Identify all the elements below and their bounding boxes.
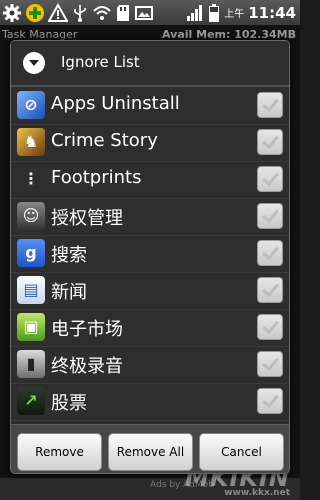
list-item[interactable]: ↗ 股票 <box>11 383 289 421</box>
footprints-icon: ⋮ <box>23 169 39 188</box>
list-item[interactable]: ⋮ Footprints <box>11 161 289 199</box>
item-checkbox[interactable] <box>257 203 283 229</box>
warning-icon <box>48 2 68 22</box>
list-item-label: 授权管理 <box>51 208 123 229</box>
list-item[interactable]: ⊘ Apps Uninstall <box>11 87 289 125</box>
list-item-label: 搜索 <box>51 245 87 266</box>
list-item-label: 新闻 <box>51 282 87 303</box>
status-bar: 上午 11:44 <box>0 0 300 25</box>
status-right: 上午 11:44 <box>186 0 296 25</box>
dialog-title: Ignore List <box>61 53 140 71</box>
news-icon: ▤ <box>17 276 45 304</box>
item-checkbox[interactable] <box>257 166 283 192</box>
google-search-icon: g <box>17 239 45 267</box>
permission-manager-icon: ☺ <box>17 202 45 230</box>
item-checkbox[interactable] <box>257 92 283 118</box>
usb-icon <box>74 4 86 22</box>
recorder-icon: ▮ <box>17 350 45 378</box>
list-item-label: Footprints <box>51 167 142 188</box>
cancel-button[interactable]: Cancel <box>199 433 284 471</box>
list-item[interactable]: ▮ 终极录音 <box>11 346 289 384</box>
wifi-icon <box>93 5 111 20</box>
sd-card-icon <box>117 4 129 21</box>
stocks-icon: ↗ <box>17 387 45 415</box>
list-item[interactable]: ☺ 授权管理 <box>11 198 289 236</box>
item-checkbox[interactable] <box>257 314 283 340</box>
am-pm-label: 上午 <box>224 9 245 20</box>
remove-button[interactable]: Remove <box>17 433 102 471</box>
notification-icons <box>2 1 154 24</box>
ignore-list-dialog: Ignore List ⊘ Apps Uninstall ♞ Crime Sto… <box>10 40 290 474</box>
dialog-button-bar: Remove Remove All Cancel <box>11 424 289 473</box>
clock: 11:44 <box>248 3 296 22</box>
crime-story-icon: ♞ <box>17 128 45 156</box>
list-item-label: 终极录音 <box>51 356 123 377</box>
settings-icon <box>3 3 21 22</box>
item-checkbox[interactable] <box>257 277 283 303</box>
list-item[interactable]: ▤ 新闻 <box>11 272 289 310</box>
dialog-header: Ignore List <box>11 41 289 87</box>
list-item[interactable]: g 搜索 <box>11 235 289 273</box>
market-icon: ▣ <box>17 313 45 341</box>
item-checkbox[interactable] <box>257 129 283 155</box>
signal-icon <box>187 4 203 21</box>
remove-all-button[interactable]: Remove All <box>108 433 193 471</box>
list-item-label: Crime Story <box>51 130 158 151</box>
apps-uninstall-icon: ⊘ <box>17 91 45 119</box>
dropdown-circle-icon <box>23 52 45 74</box>
list-item-label: Apps Uninstall <box>51 93 180 114</box>
list-item[interactable]: ♞ Crime Story <box>11 124 289 162</box>
item-checkbox[interactable] <box>257 388 283 414</box>
add-icon <box>26 3 44 22</box>
item-checkbox[interactable] <box>257 351 283 377</box>
battery-icon <box>209 3 220 22</box>
item-checkbox[interactable] <box>257 240 283 266</box>
list-item-label: 股票 <box>51 393 87 414</box>
list-item[interactable]: ▣ 电子市场 <box>11 309 289 347</box>
list-item-label: 电子市场 <box>51 319 123 340</box>
gallery-icon <box>135 5 153 20</box>
ignore-list: ⊘ Apps Uninstall ♞ Crime Story ⋮ Footpri… <box>11 87 289 424</box>
